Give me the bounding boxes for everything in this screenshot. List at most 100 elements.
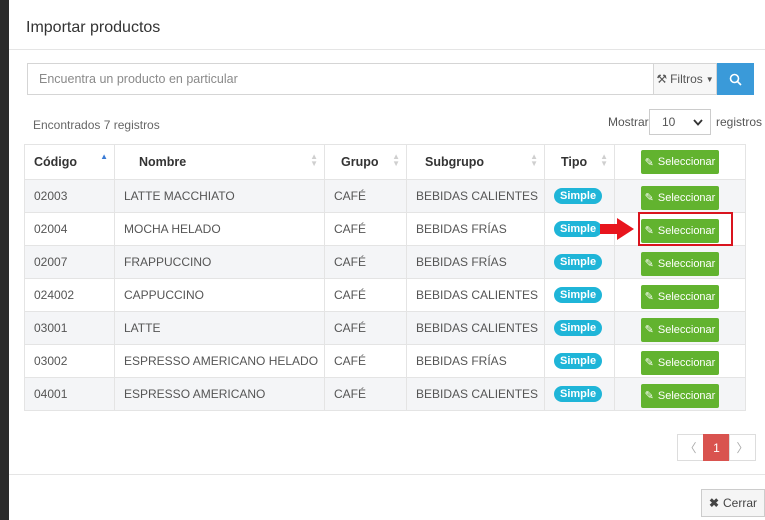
cell-codigo: 04001 <box>24 377 115 411</box>
column-header-nombre[interactable]: Nombre ▲ ▼ <box>114 144 325 180</box>
select-product-button[interactable]: ✎ Seleccionar <box>641 284 719 309</box>
pagination-prev[interactable]: 〈 <box>677 434 704 461</box>
page-size-select[interactable]: 10 <box>649 109 711 135</box>
cell-subgrupo: BEBIDAS FRÍAS <box>406 245 545 279</box>
results-count: Encontrados 7 registros <box>33 118 160 132</box>
close-button[interactable]: ✖ Cerrar <box>701 489 765 517</box>
table-row: 02003 LATTE MACCHIATO CAFÉ BEBIDAS CALIE… <box>24 179 746 213</box>
tipo-badge: Simple <box>554 188 603 204</box>
products-table: Código ▲ Nombre ▲ ▼ Grupo ▲ ▼ Subgrupo ▲ ▼ Tipo… <box>24 144 746 411</box>
cell-subgrupo: BEBIDAS CALIENTES <box>406 311 545 345</box>
select-product-button[interactable]: ✎ Seleccionar <box>641 350 719 375</box>
arrow-right-icon <box>600 218 634 240</box>
search-button[interactable] <box>717 63 754 95</box>
cell-grupo: CAFÉ <box>324 245 407 279</box>
modal-title: Importar productos <box>26 19 161 36</box>
cell-subgrupo: BEBIDAS CALIENTES <box>406 278 545 312</box>
tipo-badge: Simple <box>554 221 603 237</box>
edit-icon: ✎ <box>644 324 654 336</box>
cell-grupo: CAFÉ <box>324 344 407 378</box>
cell-subgrupo: BEBIDAS FRÍAS <box>406 212 545 246</box>
search-input[interactable] <box>27 63 653 95</box>
cell-nombre: MOCHA HELADO <box>114 212 325 246</box>
header-divider <box>9 49 765 50</box>
select-product-button[interactable]: ✎ Seleccionar <box>641 317 719 342</box>
cell-nombre: LATTE <box>114 311 325 345</box>
tipo-badge: Simple <box>554 353 603 369</box>
cell-nombre: ESPRESSO AMERICANO <box>114 377 325 411</box>
cell-action: ✎ Seleccionar <box>614 377 746 411</box>
edit-icon: ✎ <box>644 258 654 270</box>
pagination-page[interactable]: 1 <box>703 434 730 461</box>
page-size-suffix: registros <box>716 115 763 129</box>
cell-grupo: CAFÉ <box>324 212 407 246</box>
cell-subgrupo: BEBIDAS CALIENTES <box>406 179 545 213</box>
cell-action: ✎ Seleccionar <box>614 311 746 345</box>
highlight-box <box>638 212 733 246</box>
sort-icon: ▲ ▼ <box>392 152 400 168</box>
cell-tipo: Simple <box>544 245 615 279</box>
table-row: 03002 ESPRESSO AMERICANO HELADO CAFÉ BEB… <box>24 344 746 378</box>
cell-subgrupo: BEBIDAS FRÍAS <box>406 344 545 378</box>
sort-icon: ▲ ▼ <box>530 152 538 168</box>
cell-grupo: CAFÉ <box>324 377 407 411</box>
sort-icon: ▲ ▼ <box>600 152 608 168</box>
close-icon: ✖ <box>708 496 720 510</box>
column-header-tipo[interactable]: Tipo ▲ ▼ <box>544 144 615 180</box>
table-row: 04001 ESPRESSO AMERICANO CAFÉ BEBIDAS CA… <box>24 377 746 411</box>
select-all-button[interactable]: ✎ Seleccionar <box>641 150 719 174</box>
column-header-subgrupo[interactable]: Subgrupo ▲ ▼ <box>406 144 545 180</box>
edit-icon: ✎ <box>644 156 654 169</box>
column-header-select: ✎ Seleccionar <box>614 144 746 180</box>
close-label: Cerrar <box>723 496 758 510</box>
filters-label: Filtros <box>670 72 703 86</box>
cell-tipo: Simple <box>544 344 615 378</box>
cell-codigo: 02003 <box>24 179 115 213</box>
page-size-label: Mostrar <box>608 115 649 129</box>
magnifier-icon <box>729 73 742 86</box>
table-header-row: Código ▲ Nombre ▲ ▼ Grupo ▲ ▼ Subgrupo ▲ ▼ Tipo… <box>24 144 746 180</box>
column-header-codigo[interactable]: Código ▲ <box>24 144 115 180</box>
cell-codigo: 024002 <box>24 278 115 312</box>
cell-action: ✎ Seleccionar <box>614 245 746 279</box>
cell-tipo: Simple <box>544 377 615 411</box>
cell-tipo: Simple <box>544 179 615 213</box>
chevron-down-icon <box>693 118 703 126</box>
wrench-icon: ⚒ <box>656 72 668 86</box>
select-product-button[interactable]: ✎ Seleccionar <box>641 185 719 210</box>
import-products-modal: Importar productos ⚒ Filtros ▼ Encontrad… <box>9 7 765 520</box>
filters-dropdown-button[interactable]: ⚒ Filtros ▼ <box>653 63 717 95</box>
cell-action: ✎ Seleccionar <box>614 278 746 312</box>
table-row: 024002 CAPPUCCINO CAFÉ BEBIDAS CALIENTES… <box>24 278 746 312</box>
cell-tipo: Simple <box>544 278 615 312</box>
cell-nombre: CAPPUCCINO <box>114 278 325 312</box>
table-row: 03001 LATTE CAFÉ BEBIDAS CALIENTES Simpl… <box>24 311 746 345</box>
caret-down-icon: ▼ <box>705 74 714 84</box>
table-row: 02007 FRAPPUCCINO CAFÉ BEBIDAS FRÍAS Sim… <box>24 245 746 279</box>
edit-icon: ✎ <box>644 291 654 303</box>
cell-grupo: CAFÉ <box>324 278 407 312</box>
cell-nombre: ESPRESSO AMERICANO HELADO <box>114 344 325 378</box>
cell-codigo: 03002 <box>24 344 115 378</box>
cell-action: ✎ Seleccionar <box>614 179 746 213</box>
footer-divider <box>9 474 765 475</box>
pagination: 〈 1 〉 <box>677 434 756 461</box>
page-size-value: 10 <box>662 115 676 129</box>
sort-icon: ▲ <box>100 152 108 161</box>
tipo-badge: Simple <box>554 386 603 402</box>
cell-nombre: FRAPPUCCINO <box>114 245 325 279</box>
cell-grupo: CAFÉ <box>324 311 407 345</box>
cell-nombre: LATTE MACCHIATO <box>114 179 325 213</box>
column-header-grupo[interactable]: Grupo ▲ ▼ <box>324 144 407 180</box>
pagination-next[interactable]: 〉 <box>729 434 756 461</box>
cell-codigo: 02007 <box>24 245 115 279</box>
cell-codigo: 03001 <box>24 311 115 345</box>
cell-grupo: CAFÉ <box>324 179 407 213</box>
edit-icon: ✎ <box>644 390 654 402</box>
select-product-button[interactable]: ✎ Seleccionar <box>641 251 719 276</box>
select-product-button[interactable]: ✎ Seleccionar <box>641 383 719 408</box>
sort-icon: ▲ ▼ <box>310 152 318 168</box>
cell-tipo: Simple <box>544 311 615 345</box>
tipo-badge: Simple <box>554 254 603 270</box>
background-edge <box>0 0 9 520</box>
